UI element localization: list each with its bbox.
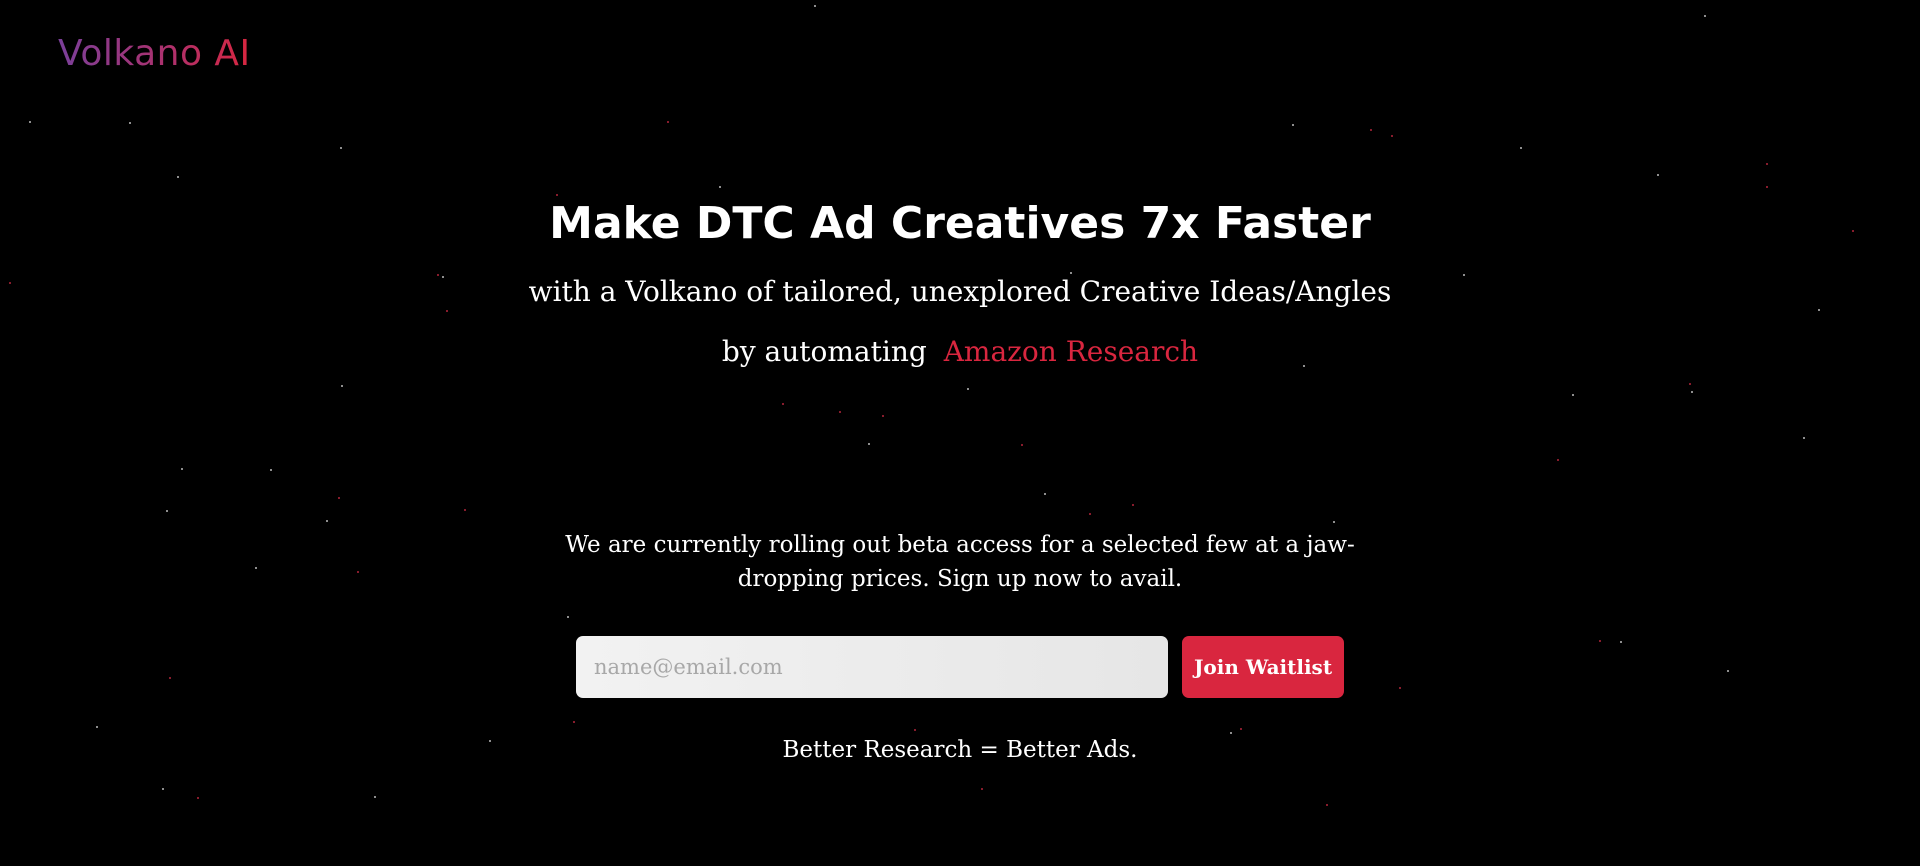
subheading-prefix: by automating [721, 335, 927, 368]
brand-logo[interactable]: Volkano AI [58, 32, 251, 76]
subheading-highlight: Amazon Research [943, 335, 1199, 368]
join-waitlist-button[interactable]: Join Waitlist [1182, 636, 1344, 698]
beta-notice: We are currently rolling out beta access… [565, 532, 1355, 592]
subheading-line-1: with a Volkano of tailored, unexplored C… [528, 275, 1392, 308]
subheading-line-2: by automating Amazon Research [0, 332, 1920, 372]
page-headline: Make DTC Ad Creatives 7x Faster [549, 198, 1371, 249]
email-input[interactable] [576, 636, 1168, 698]
tagline: Better Research = Better Ads. [782, 737, 1138, 763]
